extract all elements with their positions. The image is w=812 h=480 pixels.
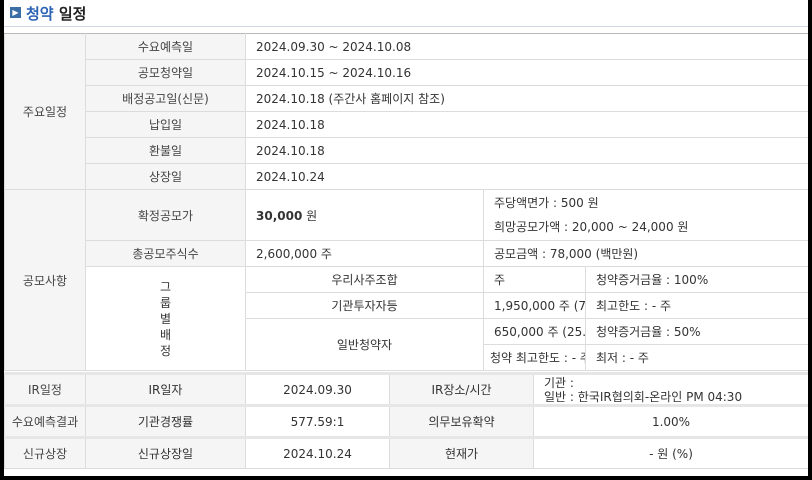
retail-max: 청약 최고한도 : - 주: [483, 344, 586, 371]
ir-date-value: 2024.09.30: [245, 372, 390, 406]
offering-section-label: 공모사항: [4, 189, 86, 371]
arrow-right-icon: ▶: [10, 7, 21, 18]
table-row: 공모청약일 2024.10.15 ~ 2024.10.16: [5, 59, 808, 86]
subscription-schedule-panel: ▶ 청약 일정 주요일정 수요예측일 2024.09.30 ~ 2024.10.…: [4, 0, 808, 476]
union-label: 우리사주조합: [245, 266, 484, 293]
current-price-label: 현재가: [389, 436, 534, 469]
price-value: 30,000: [256, 208, 303, 223]
inst-shares: 1,950,000 주 (75.00%): [483, 292, 586, 319]
row-value: 2024.10.15 ~ 2024.10.16: [244, 59, 808, 86]
table-row: 배정공고일(신문) 2024.10.18 (주간사 홈페이지 참조): [5, 85, 808, 112]
table-row: 주요일정 수요예측일 2024.09.30 ~ 2024.10.08: [4, 33, 808, 190]
price-label: 확정공모가: [85, 189, 246, 241]
total-shares-value: 2,600,000 주: [245, 240, 484, 267]
title-highlight: 청약: [26, 5, 54, 23]
row-value: 2024.09.30 ~ 2024.10.08: [244, 33, 808, 60]
par-value: 주당액면가 : 500 원: [494, 196, 599, 210]
lockup-value: 1.00%: [533, 404, 808, 438]
row-label: 수요예측일: [85, 33, 246, 60]
offering-amount: 공모금액 : 78,000 (백만원): [482, 240, 808, 267]
title-rest: 일정: [53, 5, 87, 23]
price-value-cell: 30,000 원: [245, 189, 484, 241]
table-row: 총공모주식수 2,600,000 주 공모금액 : 78,000 (백만원): [5, 240, 808, 267]
retail-label: 일반청약자: [245, 318, 484, 371]
ir-section-label: IR일정: [4, 372, 86, 406]
ir-date-label: IR일자: [85, 372, 246, 406]
ir-place-inst: 기관 :: [544, 375, 574, 390]
schedule-table: 주요일정 수요예측일 2024.09.30 ~ 2024.10.08 공모청약일…: [4, 33, 808, 371]
table-row: 공모사항 확정공모가 30,000 원 주당액면가 : 500 원희망공모가액 …: [4, 189, 808, 371]
row-value: 2024.10.18: [244, 137, 808, 164]
row-label: 공모청약일: [85, 59, 246, 86]
demand-section-label: 수요예측결과: [4, 404, 86, 438]
ratio-value: 577.59:1: [245, 404, 390, 438]
inst-label: 기관투자자등: [245, 292, 484, 319]
union-shares: 주: [483, 266, 586, 293]
table-row: IR일정 IR일자 2024.09.30 IR장소/시간 기관 : 일반 : 한국…: [4, 372, 808, 406]
table-row: 환불일 2024.10.18: [5, 137, 808, 164]
row-label: 환불일: [85, 137, 246, 164]
price-info-cell: 주당액면가 : 500 원희망공모가액 : 20,000 ~ 24,000 원: [482, 189, 808, 241]
total-shares-label: 총공모주식수: [85, 240, 246, 267]
row-label: 상장일: [85, 163, 246, 190]
group-allocation-label: 그룹별배정: [85, 266, 246, 371]
table-row: 수요예측결과 기관경쟁률 577.59:1 의무보유확약 1.00%: [4, 404, 808, 438]
section-header: ▶ 청약 일정: [4, 0, 808, 27]
row-value: 2024.10.24: [244, 163, 808, 190]
row-label: 납입일: [85, 111, 246, 138]
desired-price: 희망공모가액 : 20,000 ~ 24,000 원: [494, 220, 689, 234]
ratio-label: 기관경쟁률: [85, 404, 246, 438]
listing-section-label: 신규상장: [4, 436, 86, 469]
schedule-section-label: 주요일정: [4, 33, 86, 190]
inst-limit: 최고한도 : - 주: [584, 292, 808, 319]
listing-date-value: 2024.10.24: [245, 436, 390, 469]
ir-place-label: IR장소/시간: [389, 372, 534, 406]
retail-shares: 650,000 주 (25.00%): [483, 318, 586, 345]
row-label: 배정공고일(신문): [85, 85, 246, 112]
table-row: 상장일 2024.10.24: [5, 163, 808, 190]
ir-result-table: IR일정 IR일자 2024.09.30 IR장소/시간 기관 : 일반 : 한국…: [4, 372, 808, 469]
listing-date-label: 신규상장일: [85, 436, 246, 469]
union-margin: 청약증거금율 : 100%: [584, 266, 808, 293]
lockup-label: 의무보유확약: [389, 404, 534, 438]
table-row: 납입일 2024.10.18: [5, 111, 808, 138]
page-title: 청약 일정: [26, 3, 86, 24]
retail-margin: 청약증거금율 : 50%: [584, 318, 808, 345]
current-price-value: - 원 (%): [533, 436, 808, 469]
table-row: 신규상장 신규상장일 2024.10.24 현재가 - 원 (%): [4, 436, 808, 469]
row-value: 2024.10.18: [244, 111, 808, 138]
price-unit: 원: [302, 208, 318, 223]
row-value: 2024.10.18 (주간사 홈페이지 참조): [244, 85, 808, 112]
ir-place-general: 일반 : 한국IR협의회-온라인 PM 04:30: [544, 389, 743, 404]
retail-min: 최저 : - 주: [584, 344, 808, 371]
table-row: 그룹별배정 우리사주조합 주 청약증거금율 : 100%: [5, 266, 808, 371]
ir-place-value: 기관 : 일반 : 한국IR협의회-온라인 PM 04:30: [533, 372, 808, 406]
group-label-chars: 그룹별배정: [159, 279, 172, 358]
